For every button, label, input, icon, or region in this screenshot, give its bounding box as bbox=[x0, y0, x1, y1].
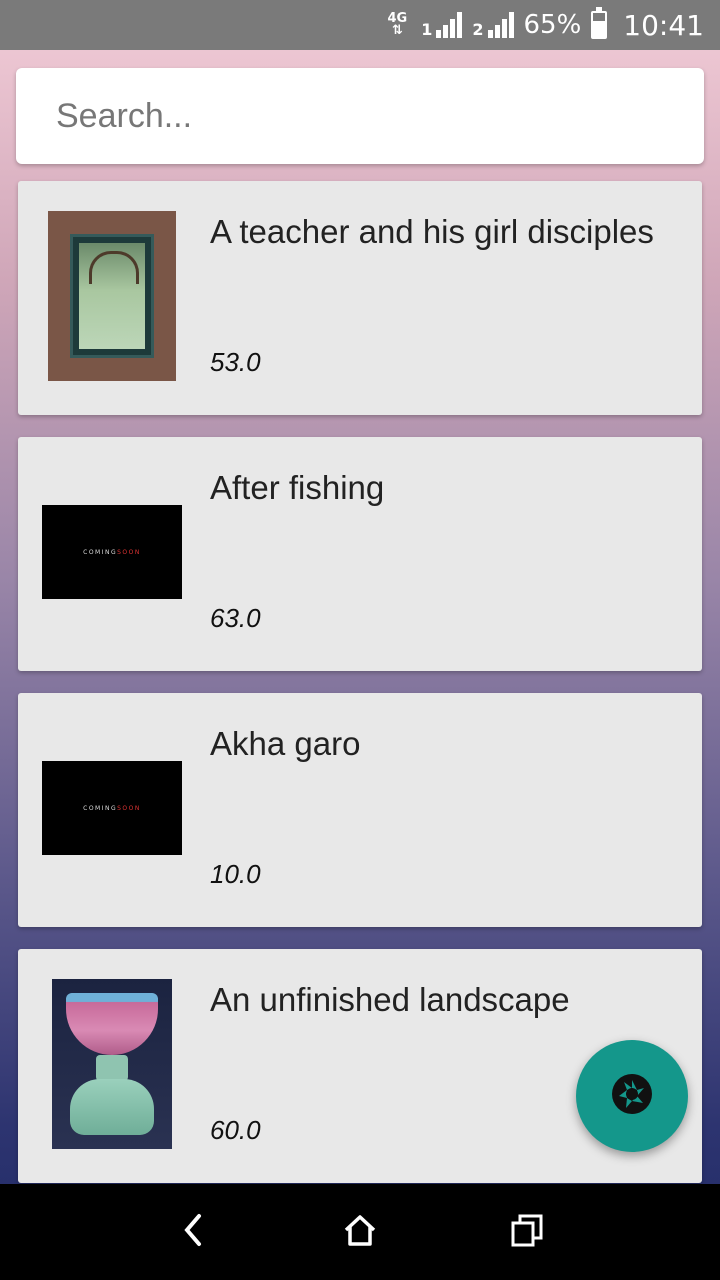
sim2-label: 2 bbox=[472, 20, 484, 39]
battery-icon bbox=[591, 7, 608, 39]
camera-fab-button[interactable] bbox=[576, 1040, 688, 1152]
coming-text: COMING bbox=[83, 548, 118, 556]
sim1-label: 1 bbox=[421, 20, 433, 39]
list-item[interactable]: COMING SOON After fishing 63.0 bbox=[18, 437, 702, 671]
network-type-icon: 4G ⇅ bbox=[387, 11, 408, 38]
navigation-bar bbox=[0, 1184, 720, 1280]
battery-percent: 65% bbox=[523, 10, 582, 40]
search-box[interactable] bbox=[16, 68, 704, 164]
item-thumbnail bbox=[52, 979, 172, 1149]
item-title: A teacher and his girl disciples bbox=[210, 213, 654, 250]
item-price: 53.0 bbox=[210, 347, 261, 377]
item-price: 63.0 bbox=[210, 603, 261, 633]
signal-sim2-icon: 2 bbox=[472, 12, 514, 39]
back-icon bbox=[181, 1212, 205, 1253]
item-title: After fishing bbox=[210, 469, 385, 506]
item-thumbnail: COMING SOON bbox=[42, 505, 182, 599]
camera-shutter-icon bbox=[610, 1072, 654, 1121]
item-price: 60.0 bbox=[210, 1115, 261, 1145]
item-title: An unfinished landscape bbox=[210, 981, 570, 1018]
home-icon bbox=[342, 1212, 378, 1253]
status-bar: 4G ⇅ 1 2 65% 10:41 bbox=[0, 0, 720, 50]
back-button[interactable] bbox=[163, 1202, 223, 1262]
item-price: 10.0 bbox=[210, 859, 261, 889]
clock: 10:41 bbox=[623, 8, 704, 42]
item-thumbnail bbox=[48, 211, 176, 381]
list-item[interactable]: A teacher and his girl disciples 53.0 bbox=[18, 181, 702, 415]
item-thumbnail: COMING SOON bbox=[42, 761, 182, 855]
item-title: Akha garo bbox=[210, 725, 361, 762]
soon-text: SOON bbox=[117, 804, 141, 812]
search-input[interactable] bbox=[56, 96, 656, 136]
signal-sim1-icon: 1 bbox=[421, 12, 463, 39]
soon-text: SOON bbox=[117, 548, 141, 556]
recents-icon bbox=[509, 1212, 545, 1253]
recents-button[interactable] bbox=[497, 1202, 557, 1262]
list-item[interactable]: COMING SOON Akha garo 10.0 bbox=[18, 693, 702, 927]
coming-text: COMING bbox=[83, 804, 118, 812]
home-button[interactable] bbox=[330, 1202, 390, 1262]
